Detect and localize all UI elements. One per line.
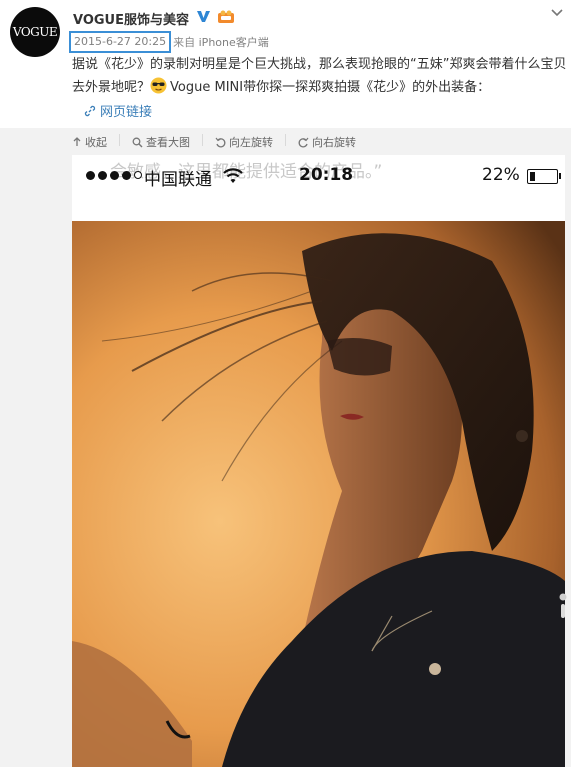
toolbar-divider (202, 134, 203, 146)
verified-icon (197, 11, 210, 22)
post-meta: 2015-6-27 20:25 来自 iPhone客户端 (69, 31, 269, 53)
rotate-right-icon (298, 137, 309, 147)
scrollbar-thumb[interactable] (558, 590, 568, 620)
post-text: 据说《花少》的录制对明星是个巨大挑战，那么表现抢眼的“五妹”郑爽会带着什么宝贝去… (72, 53, 567, 99)
rotate-right-button[interactable]: 向右旋转 (298, 134, 356, 150)
phone-clock: 20:18 (299, 165, 354, 185)
vip-icon[interactable] (217, 10, 235, 24)
woman-portrait-image (72, 221, 565, 767)
collapse-label: 收起 (85, 136, 107, 149)
signal-strength-icon (86, 171, 145, 180)
chevron-down-icon[interactable] (550, 5, 564, 19)
phone-status-bar: 会敏感，这里都能提供适合的产品。” 中国联通 20:18 22% (72, 155, 565, 217)
carrier-name: 中国联通 (144, 170, 212, 190)
timestamp-link[interactable]: 2015-6-27 20:25 (69, 31, 172, 53)
battery-icon (527, 169, 561, 184)
sunglasses-emoji-icon (150, 77, 167, 94)
battery-percent: 22% (482, 165, 520, 185)
toolbar-divider (119, 134, 120, 146)
source-link[interactable]: iPhone客户端 (199, 36, 269, 49)
web-link[interactable]: 网页链接 (84, 101, 152, 120)
media-toolbar: 收起 查看大图 向左旋转 向右旋转 (72, 134, 368, 150)
link-icon (84, 105, 96, 116)
toolbar-divider (285, 134, 286, 146)
web-link-label: 网页链接 (100, 105, 153, 120)
rotate-left-button[interactable]: 向左旋转 (215, 134, 273, 150)
view-large-label: 查看大图 (146, 136, 190, 149)
post-source: 来自 iPhone客户端 (173, 34, 269, 50)
post-text-part2: Vogue MINI带你探一探郑爽拍摄《花少》的外出装备： (170, 80, 491, 95)
collapse-icon (73, 137, 81, 146)
rotate-left-label: 向左旋转 (229, 136, 273, 149)
view-large-button[interactable]: 查看大图 (132, 134, 190, 150)
post-photo[interactable]: 会敏感，这里都能提供适合的产品。” 中国联通 20:18 22% (72, 155, 565, 767)
avatar[interactable]: VOGUE (10, 7, 60, 57)
collapse-button[interactable]: 收起 (72, 134, 107, 150)
username-link[interactable]: VOGUE服饰与美容 (73, 9, 189, 28)
zoom-icon (132, 137, 143, 147)
source-prefix: 来自 (173, 36, 196, 49)
rotate-left-icon (215, 137, 226, 147)
rotate-right-label: 向右旋转 (312, 136, 356, 149)
avatar-logo-text: VOGUE (12, 25, 58, 39)
wifi-icon (223, 168, 243, 183)
